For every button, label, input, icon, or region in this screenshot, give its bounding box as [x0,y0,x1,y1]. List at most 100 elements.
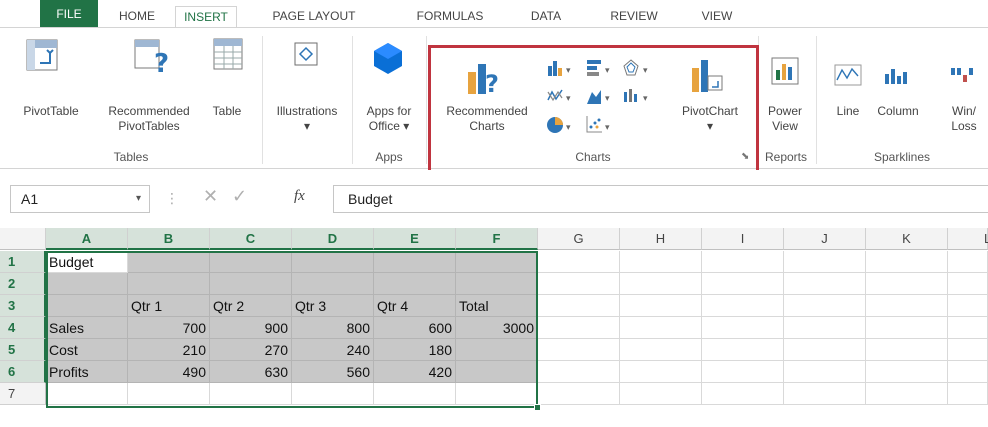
empty-cell[interactable] [702,251,784,273]
row-header-1[interactable]: 1 [0,251,46,273]
cell-d4[interactable]: 800 [292,317,374,339]
empty-cell[interactable] [948,295,988,317]
empty-cell[interactable] [620,361,702,383]
column-header-h[interactable]: H [620,228,702,250]
cell-b1[interactable] [128,251,210,273]
select-all-corner[interactable] [0,228,46,250]
column-header-c[interactable]: C [210,228,292,250]
cell-f2[interactable] [456,273,538,295]
empty-cell[interactable] [948,317,988,339]
cell-a4[interactable]: Sales [46,317,128,339]
empty-cell[interactable] [620,339,702,361]
pie-chart-icon[interactable]: ▾ [546,114,576,136]
cell-c6[interactable]: 630 [210,361,292,383]
power-view-button[interactable]: Power View [760,104,810,134]
cell-c4[interactable]: 900 [210,317,292,339]
cell-d3[interactable]: Qtr 3 [292,295,374,317]
cell-b6[interactable]: 490 [128,361,210,383]
recommended-pivottables-button[interactable]: Recommended PivotTables [94,104,204,134]
cell-d5[interactable]: 240 [292,339,374,361]
cell-e1[interactable] [374,251,456,273]
empty-cell[interactable] [948,251,988,273]
empty-cell[interactable] [210,383,292,405]
column-header-j[interactable]: J [784,228,866,250]
empty-cell[interactable] [784,273,866,295]
row-header-3[interactable]: 3 [0,295,46,317]
cell-a2[interactable] [46,273,128,295]
pivotchart-button[interactable]: PivotChart ▾ [664,104,756,134]
sparkline-column-button[interactable]: Column [870,104,926,119]
row-header-7[interactable]: 7 [0,383,46,405]
empty-cell[interactable] [538,317,620,339]
tab-home[interactable]: HOME [112,6,162,28]
cell-f3[interactable]: Total [456,295,538,317]
cell-f5[interactable] [456,339,538,361]
empty-cell[interactable] [128,383,210,405]
empty-cell[interactable] [866,361,948,383]
column-header-e[interactable]: E [374,228,456,250]
empty-cell[interactable] [702,383,784,405]
area-chart-icon[interactable]: ▾ [585,86,615,106]
empty-cell[interactable] [948,273,988,295]
empty-cell[interactable] [948,339,988,361]
column-header-b[interactable]: B [128,228,210,250]
function-icon[interactable]: fx [294,188,305,205]
empty-cell[interactable] [702,273,784,295]
empty-cell[interactable] [784,251,866,273]
empty-cell[interactable] [620,295,702,317]
bar-chart-icon[interactable]: ▾ [585,58,615,78]
formula-input[interactable]: Budget [333,185,988,213]
row-header-6[interactable]: 6 [0,361,46,383]
empty-cell[interactable] [46,383,128,405]
column-header-k[interactable]: K [866,228,948,250]
empty-cell[interactable] [620,273,702,295]
enter-icon[interactable]: ✓ [232,186,247,207]
cell-b5[interactable]: 210 [128,339,210,361]
cell-e4[interactable]: 600 [374,317,456,339]
empty-cell[interactable] [866,383,948,405]
empty-cell[interactable] [866,251,948,273]
empty-cell[interactable] [866,339,948,361]
empty-cell[interactable] [456,383,538,405]
column-header-a[interactable]: A [46,228,128,250]
tab-file[interactable]: FILE [40,0,98,28]
cell-f6[interactable] [456,361,538,383]
cell-a3[interactable] [46,295,128,317]
empty-cell[interactable] [620,383,702,405]
empty-cell[interactable] [702,361,784,383]
tab-review[interactable]: REVIEW [604,6,664,28]
cell-b2[interactable] [128,273,210,295]
empty-cell[interactable] [538,383,620,405]
stock-chart-icon[interactable]: ▾ [622,86,654,106]
empty-cell[interactable] [784,361,866,383]
cell-e2[interactable] [374,273,456,295]
empty-cell[interactable] [702,295,784,317]
table-button[interactable]: Table [204,104,250,119]
tab-view[interactable]: VIEW [695,6,739,28]
empty-cell[interactable] [866,273,948,295]
empty-cell[interactable] [702,317,784,339]
empty-cell[interactable] [374,383,456,405]
line-chart-icon[interactable]: ▾ [546,86,576,106]
empty-cell[interactable] [292,383,374,405]
row-header-4[interactable]: 4 [0,317,46,339]
cell-d1[interactable] [292,251,374,273]
empty-cell[interactable] [538,251,620,273]
empty-cell[interactable] [784,383,866,405]
apps-for-office-button[interactable]: Apps for Office ▾ [354,104,424,134]
cell-e5[interactable]: 180 [374,339,456,361]
radar-chart-icon[interactable]: ▾ [622,58,654,78]
cell-d6[interactable]: 560 [292,361,374,383]
cell-b4[interactable]: 700 [128,317,210,339]
empty-cell[interactable] [948,383,988,405]
tab-data[interactable]: DATA [524,6,568,28]
tab-page-layout[interactable]: PAGE LAYOUT [266,6,362,28]
fill-handle[interactable] [534,404,541,411]
empty-cell[interactable] [538,273,620,295]
sparkline-winloss-button[interactable]: Win/ Loss [944,104,984,134]
dialog-launcher-icon[interactable]: ⬊ [741,151,749,162]
cell-c2[interactable] [210,273,292,295]
recommended-charts-button[interactable]: Recommended Charts [432,104,542,134]
chevron-down-icon[interactable]: ▾ [136,186,141,212]
cell-e6[interactable]: 420 [374,361,456,383]
